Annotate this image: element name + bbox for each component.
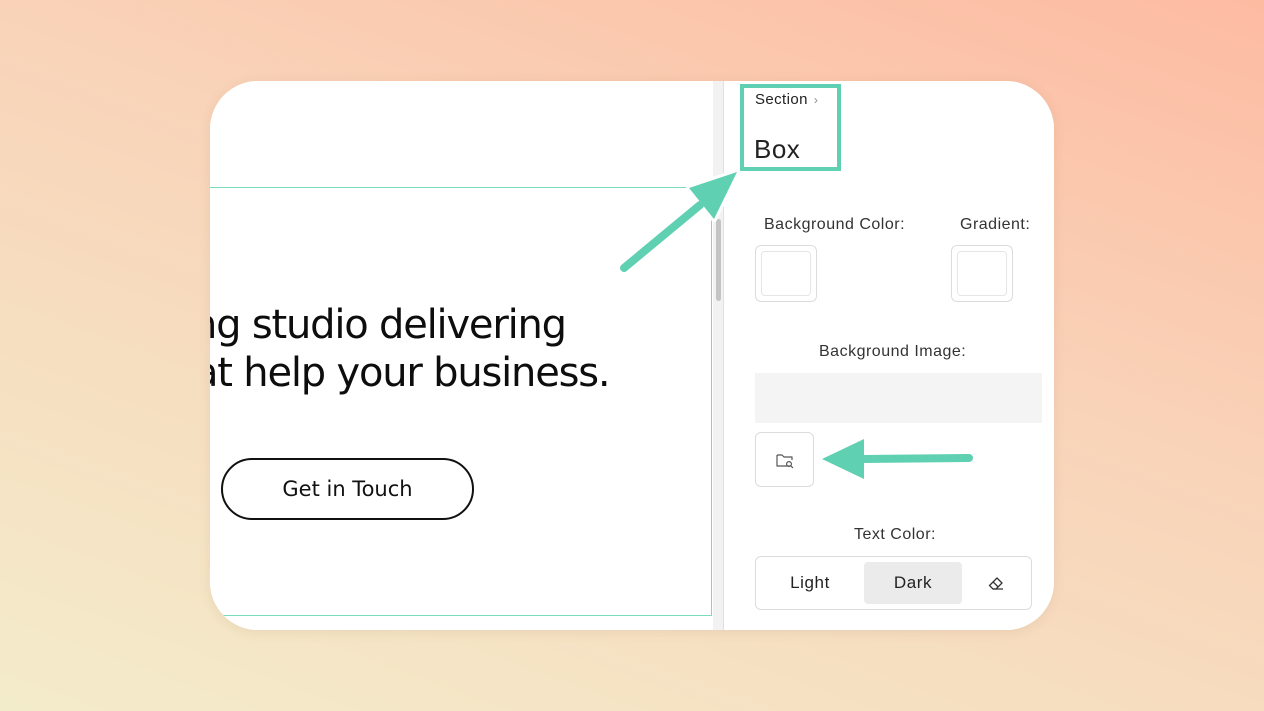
headline-line-2: at help your business.: [210, 350, 611, 396]
gradient-label: Gradient:: [960, 216, 1031, 233]
clear-text-color-button[interactable]: [970, 562, 1022, 604]
chevron-right-icon: ›: [813, 92, 819, 107]
gradient-swatch[interactable]: [951, 245, 1013, 302]
component-title: Box: [754, 134, 801, 164]
scrollbar-thumb[interactable]: [716, 219, 721, 301]
swatch-inner: [761, 251, 811, 296]
browse-image-button[interactable]: [755, 432, 814, 487]
hero-headline: ng studio delivering at help your busine…: [210, 301, 712, 397]
background-color-label: Background Color:: [764, 216, 906, 233]
text-color-toggle: Light Dark: [755, 556, 1032, 610]
swatch-inner: [957, 251, 1007, 296]
background-image-preview[interactable]: [755, 373, 1042, 423]
properties-panel: Section › Box Background Color: Gradient…: [724, 81, 1054, 630]
get-in-touch-button[interactable]: Get in Touch: [221, 458, 474, 520]
text-color-light-option[interactable]: Light: [761, 562, 859, 604]
background-image-label: Background Image:: [819, 343, 967, 360]
background-color-swatch[interactable]: [755, 245, 817, 302]
folder-search-icon: [775, 453, 793, 468]
canvas-scrollbar[interactable]: [713, 81, 724, 630]
headline-line-1: ng studio delivering: [210, 302, 567, 348]
breadcrumb[interactable]: Section ›: [755, 91, 818, 108]
breadcrumb-section[interactable]: Section: [755, 91, 808, 108]
editor-window: ng studio delivering at help your busine…: [210, 81, 1054, 630]
page-canvas: ng studio delivering at help your busine…: [210, 81, 713, 630]
eraser-icon: [988, 577, 1003, 590]
selected-box-outline[interactable]: [210, 187, 712, 616]
text-color-dark-option[interactable]: Dark: [864, 562, 962, 604]
text-color-label: Text Color:: [854, 526, 936, 543]
